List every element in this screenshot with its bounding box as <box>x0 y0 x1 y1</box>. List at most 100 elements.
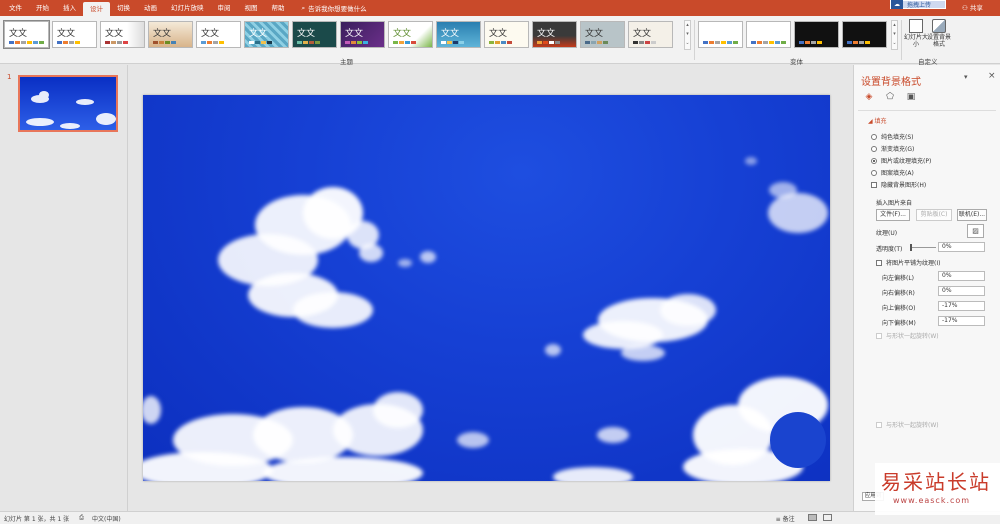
fill-section-header[interactable]: ◢ 填充 <box>868 116 887 125</box>
online-button[interactable]: 联机(E)... <box>957 209 987 221</box>
theme-14[interactable]: 文文 <box>628 21 673 48</box>
clipboard-button[interactable]: 剪贴板(C) <box>916 209 952 221</box>
offset-left-input[interactable]: 0% <box>938 271 985 281</box>
theme-preview-text: 文文 <box>489 29 508 39</box>
watermark-title: 易采站长站 <box>881 470 991 494</box>
file-button[interactable]: 文件(F)... <box>876 209 910 221</box>
theme-5[interactable]: 文文 <box>196 21 241 48</box>
hide-background-graphics-checkbox[interactable]: 隐藏背景图形(H) <box>871 180 926 189</box>
theme-preview-text: 文文 <box>633 29 652 39</box>
slider-handle[interactable] <box>910 244 912 251</box>
share-label: 共享 <box>969 4 983 12</box>
radio-pattern-fill[interactable]: 图案填充(A) <box>871 168 914 177</box>
sync-upload-button[interactable]: ☁ 拖拽上传 <box>890 0 946 9</box>
language-status[interactable]: 中文(中国) <box>92 514 121 523</box>
format-background-icon <box>932 19 946 33</box>
theme-7[interactable]: 文文 <box>292 21 337 48</box>
radio-gradient-fill[interactable]: 渐变填充(G) <box>871 144 914 153</box>
theme-6[interactable]: 文文 <box>244 21 289 48</box>
slide-canvas[interactable] <box>143 95 830 481</box>
tab-animations[interactable]: 动画 <box>137 0 164 16</box>
cloud-icon: ☁ <box>891 0 903 9</box>
transparency-input[interactable]: 0% <box>938 242 985 252</box>
offset-top-label: 向上偏移(O) <box>882 305 916 312</box>
themes-gallery-scroll[interactable]: ▴ ▾ ⌄ <box>684 20 691 50</box>
slide-size-label: 幻灯片大小 <box>904 34 929 48</box>
tab-view[interactable]: 视图 <box>238 0 265 16</box>
theme-office[interactable]: 文文 <box>3 20 50 49</box>
offset-bottom-label: 向下偏移(M) <box>882 320 916 327</box>
theme-9[interactable]: 文文 <box>388 21 433 48</box>
watermark-url: www.easck.com <box>893 496 971 505</box>
theme-preview-text: 文文 <box>105 29 124 39</box>
format-background-button[interactable]: 设置背景格式 <box>927 19 951 48</box>
variant-4[interactable] <box>842 21 887 48</box>
texture-label: 纹理(U) <box>876 230 898 237</box>
tile-picture-checkbox[interactable]: 将图片平铺为纹理(I) <box>876 258 940 267</box>
variant-3[interactable] <box>794 21 839 48</box>
tab-design[interactable]: 设计 <box>83 2 110 16</box>
theme-4[interactable]: 文文 <box>148 21 193 48</box>
variants-gallery <box>698 21 887 48</box>
transparency-slider[interactable] <box>910 244 936 251</box>
rotate-with-shape-checkbox[interactable]: 与形状一起旋转(W) <box>876 331 939 340</box>
radio-picture-fill[interactable]: 图片或纹理填充(P) <box>871 156 931 165</box>
texture-picker-button[interactable]: ▨ <box>967 224 984 238</box>
tab-insert[interactable]: 插入 <box>56 0 83 16</box>
slide-size-icon <box>909 19 923 33</box>
slide-sorter-icon[interactable] <box>820 513 835 523</box>
tab-home[interactable]: 开始 <box>29 0 56 16</box>
offset-right-label: 向右偏移(R) <box>882 290 915 297</box>
texture-icon: ▨ <box>972 227 979 235</box>
ribbon: 文文 文文 文文 文文 文文 文文 文文 文文 文文 文文 文文 文文 文文 文… <box>0 16 1000 66</box>
theme-10[interactable]: 文文 <box>436 21 481 48</box>
fill-section-label: 填充 <box>874 118 887 125</box>
tab-review[interactable]: 审阅 <box>211 0 238 16</box>
fill-bucket-icon[interactable]: ◈ <box>863 91 875 103</box>
theme-preview-text: 文文 <box>249 29 268 39</box>
variant-1[interactable] <box>698 21 743 48</box>
slide-thumbnail[interactable] <box>18 75 118 132</box>
offset-right-input[interactable]: 0% <box>938 286 985 296</box>
offset-bottom-input[interactable]: -17% <box>938 316 985 326</box>
sync-label: 拖拽上传 <box>907 2 932 9</box>
theme-preview-text: 文文 <box>297 29 316 39</box>
theme-preview-text: 文文 <box>393 29 412 39</box>
theme-3[interactable]: 文文 <box>100 21 145 48</box>
theme-13[interactable]: 文文 <box>580 21 625 48</box>
theme-12[interactable]: 文文 <box>532 21 577 48</box>
theme-preview-text: 文文 <box>201 29 220 39</box>
menu-bar: 文件 开始 插入 设计 切换 动画 幻灯片放映 审阅 视图 帮助 ⌕ 告诉我你想… <box>0 0 1000 16</box>
pane-options-dropdown[interactable]: ▾ <box>964 73 968 81</box>
variant-2[interactable] <box>746 21 791 48</box>
tab-slideshow[interactable]: 幻灯片放映 <box>164 0 211 16</box>
theme-preview-text: 文文 <box>537 29 556 39</box>
close-icon[interactable]: × <box>988 71 996 81</box>
theme-preview-text: 文文 <box>345 29 364 39</box>
theme-preview-text: 文文 <box>585 29 604 39</box>
tab-file[interactable]: 文件 <box>2 0 29 16</box>
picture-icon[interactable]: ▣ <box>905 91 917 103</box>
tell-me-box[interactable]: ⌕ 告诉我你想要做什么 <box>302 3 367 14</box>
theme-2[interactable]: 文文 <box>52 21 97 48</box>
rotate-with-shape-bottom-checkbox[interactable]: 与形状一起旋转(W) <box>876 420 939 429</box>
slide-size-button[interactable]: 幻灯片大小 <box>904 19 928 48</box>
site-watermark: 易采站长站 www.easck.com <box>875 463 1000 515</box>
accessibility-icon[interactable]: ⎙ <box>79 514 84 522</box>
notes-button[interactable]: ≡ 备注 <box>776 514 795 523</box>
tab-help[interactable]: 帮助 <box>265 0 292 16</box>
normal-view-icon[interactable] <box>805 513 820 523</box>
tab-transitions[interactable]: 切换 <box>110 0 137 16</box>
format-background-label: 设置背景格式 <box>927 34 952 48</box>
share-button[interactable]: ⚇ 共享 <box>962 2 983 12</box>
pentagon-effects-icon[interactable]: ⬠ <box>884 91 896 103</box>
slide-count-status: 幻灯片 第 1 张，共 1 张 <box>4 515 70 523</box>
radio-solid-fill[interactable]: 纯色填充(S) <box>871 132 914 141</box>
theme-8[interactable]: 文文 <box>340 21 385 48</box>
variants-gallery-scroll[interactable]: ▴ ▾ ⌄ <box>891 20 898 50</box>
themes-gallery: 文文 文文 文文 文文 文文 文文 文文 文文 文文 文文 文文 文文 文文 文… <box>3 20 673 49</box>
theme-11[interactable]: 文文 <box>484 21 529 48</box>
offset-top-input[interactable]: -17% <box>938 301 985 311</box>
insert-picture-from-label: 插入图片来自 <box>876 200 913 207</box>
theme-preview-text: 文文 <box>57 29 76 39</box>
